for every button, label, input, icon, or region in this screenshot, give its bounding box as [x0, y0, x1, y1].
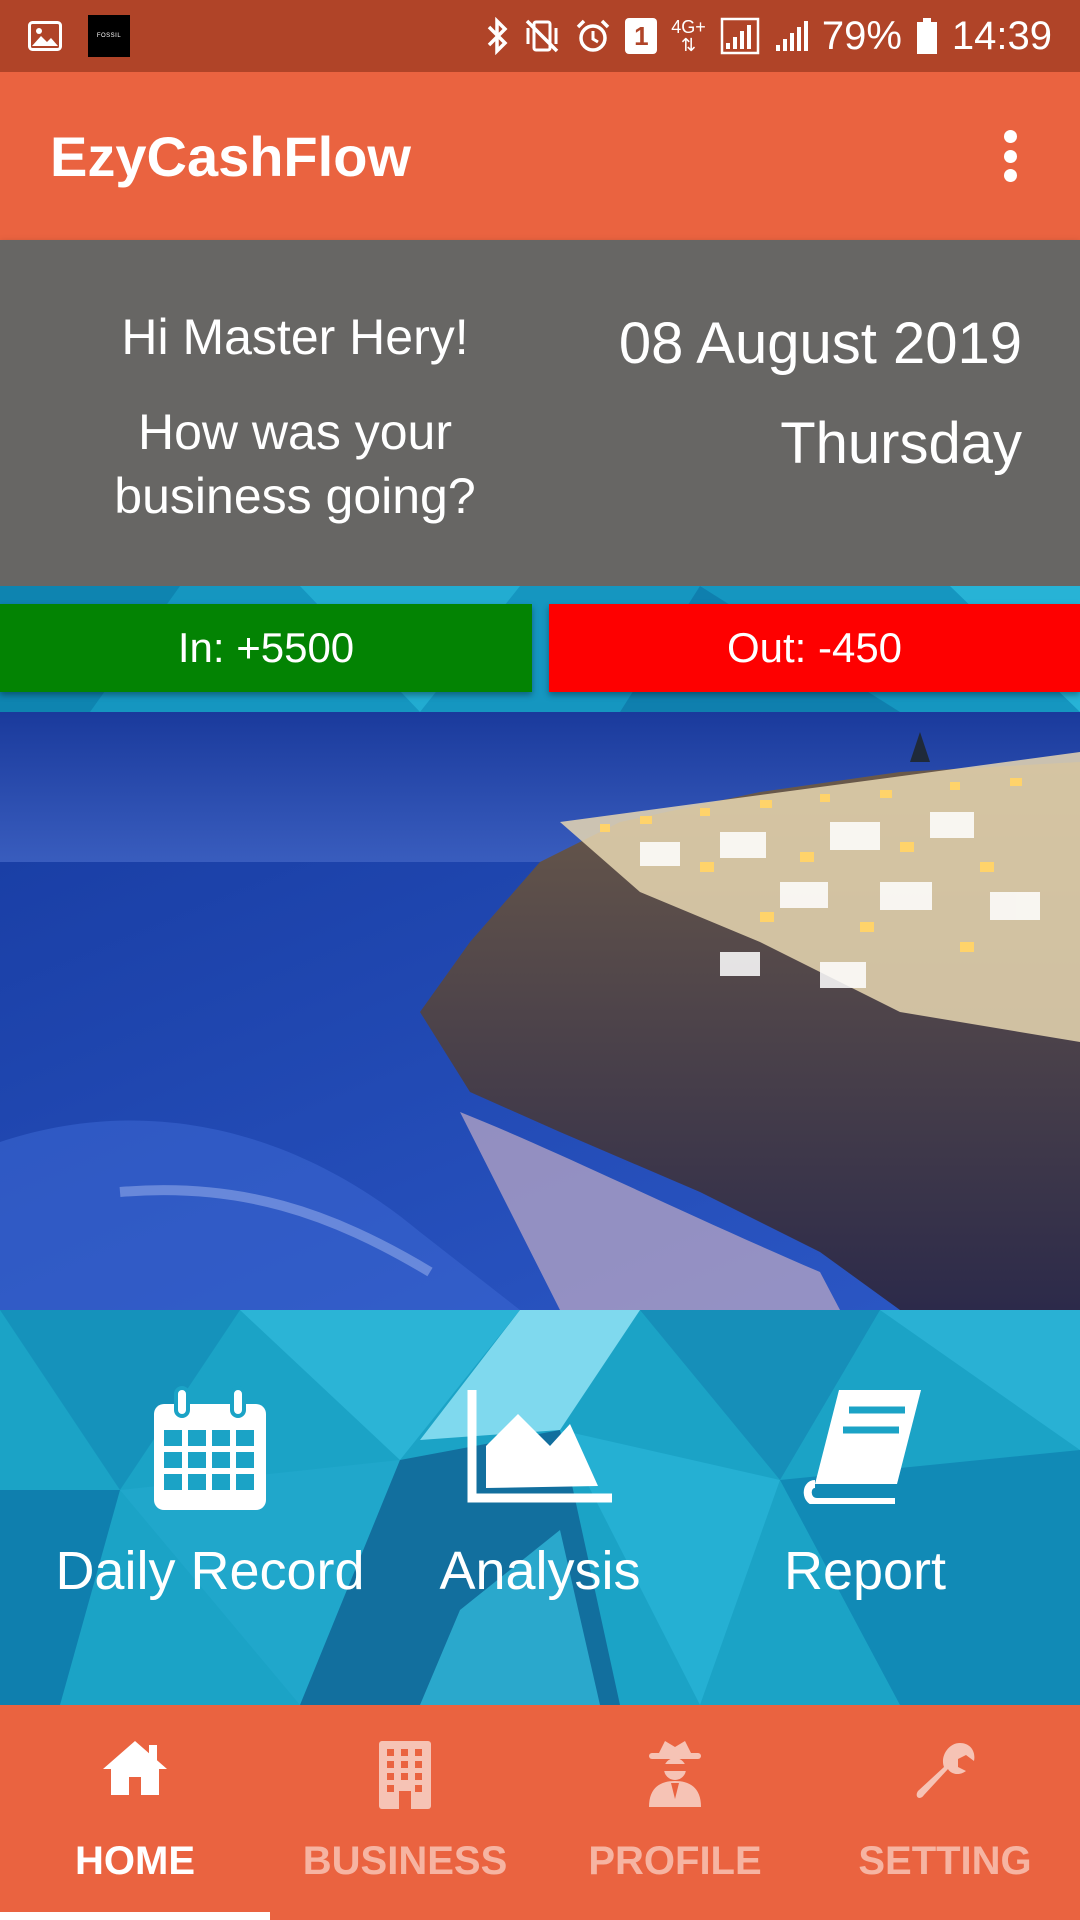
current-weekday: Thursday — [780, 411, 1022, 476]
cash-out-button[interactable]: Out: -450 — [549, 604, 1080, 692]
greeting-question: How was your business going? — [114, 404, 476, 524]
battery-percent: 79% — [821, 13, 902, 58]
active-tab-indicator — [0, 1912, 270, 1920]
fossil-icon: FOSSIL — [88, 15, 130, 57]
menu-tiles: Daily Record Analysis Report — [0, 1310, 1080, 1705]
data-arrows-icon: ⇅ — [681, 35, 697, 55]
nav-profile-label: PROFILE — [588, 1839, 762, 1883]
nav-setting-label: SETTING — [858, 1839, 1032, 1883]
area-chart-icon — [466, 1386, 614, 1511]
greeting-text: Hi Master Hery! How was your business go… — [60, 240, 530, 586]
signal-icon — [720, 17, 760, 55]
nav-home-label: HOME — [75, 1839, 195, 1883]
current-date: 08 August 2019 — [618, 311, 1022, 376]
tile-daily-record[interactable]: Daily Record — [0, 1310, 420, 1705]
app-title: EzyCashFlow — [50, 124, 411, 188]
nav-business-label: BUSINESS — [302, 1839, 508, 1883]
book-icon — [803, 1386, 927, 1509]
tile-report[interactable]: Report — [700, 1310, 1030, 1705]
tile-analysis-label: Analysis — [439, 1541, 641, 1601]
bluetooth-icon — [485, 17, 509, 55]
nav-profile[interactable]: PROFILE — [540, 1705, 810, 1920]
calendar-icon — [150, 1386, 270, 1519]
tile-daily-record-label: Daily Record — [55, 1541, 365, 1601]
overflow-menu-button[interactable] — [990, 126, 1030, 186]
gallery-icon — [28, 21, 62, 51]
alarm-icon — [575, 18, 611, 54]
home-icon — [101, 1739, 169, 1802]
banner-image — [0, 712, 1080, 1310]
sim-icon: 1 — [625, 18, 658, 54]
cash-in-button[interactable]: In: +5500 — [0, 604, 532, 692]
menu-dot — [1003, 149, 1017, 163]
network-type-label: 4G+ — [671, 17, 706, 37]
date-block: 08 August 2019 Thursday — [522, 240, 1022, 586]
app-bar: EzyCashFlow — [0, 72, 1080, 240]
clock: 14:39 — [951, 13, 1052, 58]
battery-icon — [916, 17, 938, 55]
vibrate-mute-icon — [523, 18, 561, 54]
greeting-hello: Hi Master Hery! — [121, 309, 469, 365]
building-icon — [377, 1739, 433, 1816]
menu-dot — [1003, 169, 1017, 182]
nav-business[interactable]: BUSINESS — [270, 1705, 540, 1920]
spy-icon — [645, 1739, 705, 1812]
nav-home[interactable]: HOME — [0, 1705, 270, 1920]
status-bar: FOSSIL 1 4G+ ⇅ 79% 14:39 — [0, 0, 1080, 72]
tile-analysis[interactable]: Analysis — [380, 1310, 700, 1705]
nav-setting[interactable]: SETTING — [810, 1705, 1080, 1920]
menu-dot — [1003, 130, 1017, 143]
signal-2-icon — [774, 19, 808, 53]
network-4g-icon: 4G+ ⇅ — [671, 18, 706, 54]
bottom-navigation: HOME BUSINESS PROFILE SETTING — [0, 1705, 1080, 1920]
greeting-panel: Hi Master Hery! How was your business go… — [0, 240, 1080, 586]
tile-report-label: Report — [783, 1541, 947, 1601]
wrench-icon — [912, 1739, 978, 1810]
cash-summary: In: +5500 Out: -450 — [0, 586, 1080, 712]
